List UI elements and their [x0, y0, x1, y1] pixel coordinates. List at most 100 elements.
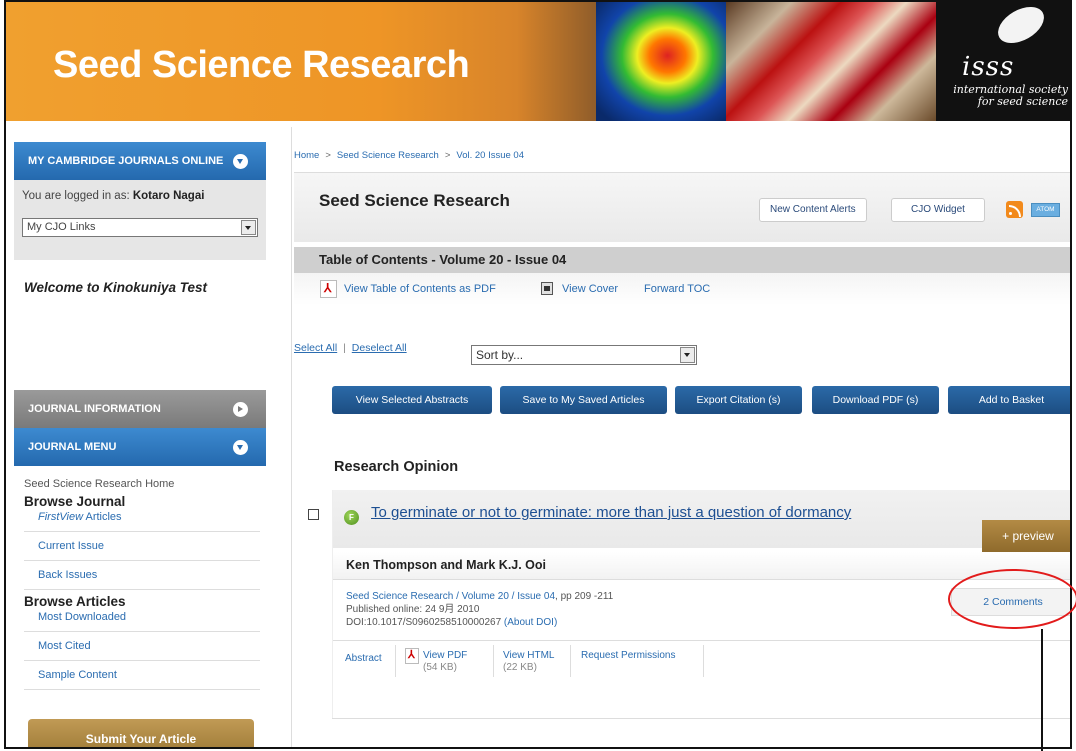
banner-title: Seed Science Research — [53, 44, 470, 86]
seed-logo-icon — [991, 2, 1051, 51]
breadcrumb-separator: > — [444, 150, 451, 161]
export-citation-button[interactable]: Export Citation (s) — [675, 386, 802, 414]
welcome-message: Welcome to Kinokuniya Test — [24, 280, 208, 295]
firstview-italic: FirstView — [38, 511, 84, 523]
view-pdf-label: View PDF — [423, 650, 468, 661]
logged-in-text: You are logged in as: Kotaro Nagai — [22, 190, 258, 202]
published-date: Published online: 24 9月 2010 — [346, 604, 480, 615]
sort-by-select[interactable]: Sort by... — [471, 345, 697, 365]
journal-menu-label: JOURNAL MENU — [28, 441, 117, 453]
collapse-icon[interactable] — [233, 440, 248, 455]
logged-in-prefix: You are logged in as: — [22, 190, 130, 202]
add-to-basket-button[interactable]: Add to Basket — [948, 386, 1070, 414]
my-cjo-header-label: MY CAMBRIDGE JOURNALS ONLINE — [28, 155, 224, 167]
submit-article-button[interactable]: Submit Your Article — [28, 719, 254, 747]
view-pdf-link[interactable]: View PDF (54 KB) — [423, 650, 467, 674]
sort-by-value: Sort by... — [476, 348, 524, 362]
save-to-my-saved-articles-button[interactable]: Save to My Saved Articles — [500, 386, 667, 414]
atom-feed-icon[interactable]: ATOM — [1031, 203, 1060, 217]
rss-icon[interactable] — [1006, 201, 1023, 218]
article-title-link[interactable]: To germinate or not to germinate: more t… — [371, 503, 901, 522]
pdf-size: (54 KB) — [423, 662, 457, 673]
citation-line: Seed Science Research / Volume 20 / Issu… — [346, 590, 613, 603]
menu-item-back-issues[interactable]: Back Issues — [24, 561, 260, 590]
menu-item-most-cited[interactable]: Most Cited — [24, 632, 260, 661]
abstract-link[interactable]: Abstract — [345, 653, 382, 665]
select-divider: | — [343, 342, 346, 354]
about-doi-link[interactable]: (About DOI) — [504, 617, 557, 628]
citation-pages: , pp 209 -211 — [555, 591, 614, 602]
doi-line: DOI:10.1017/S0960258510000267 (About DOI… — [346, 616, 613, 629]
action-divider — [570, 645, 571, 677]
toc-heading: Table of Contents - Volume 20 - Issue 04 — [319, 252, 567, 267]
my-cjo-header[interactable]: MY CAMBRIDGE JOURNALS ONLINE — [14, 142, 266, 180]
breadcrumb-separator: > — [325, 150, 331, 161]
article-authors: Ken Thompson and Mark K.J. Ooi — [333, 552, 1070, 580]
journal-banner[interactable]: Seed Science Research isss international… — [6, 2, 1070, 121]
journal-information-label: JOURNAL INFORMATION — [28, 403, 161, 415]
my-cjo-links-select[interactable]: My CJO Links — [22, 218, 258, 237]
view-cover-link[interactable]: View Cover — [562, 283, 618, 295]
collapse-icon[interactable] — [233, 154, 248, 169]
main-content: Home > Seed Science Research > Vol. 20 Issue… — [294, 142, 1070, 747]
banner-image-thermal — [596, 2, 726, 121]
chevron-down-icon[interactable] — [241, 220, 256, 235]
article-select-checkbox[interactable] — [308, 509, 319, 520]
preview-button[interactable]: + preview — [982, 520, 1070, 552]
breadcrumb-home[interactable]: Home — [294, 150, 319, 161]
view-html-label: View HTML — [503, 650, 555, 661]
breadcrumb-issue[interactable]: Vol. 20 Issue 04 — [456, 150, 524, 161]
article-citation: Seed Science Research / Volume 20 / Issu… — [346, 590, 613, 629]
article-header: F To germinate or not to germinate: more… — [333, 490, 1070, 548]
chevron-down-icon[interactable] — [680, 347, 695, 363]
menu-item-current-issue[interactable]: Current Issue — [24, 532, 260, 561]
citation-link[interactable]: Seed Science Research / Volume 20 / Issu… — [346, 591, 555, 602]
journal-home-link[interactable]: Seed Science Research Home — [24, 478, 256, 490]
download-pdf-button[interactable]: Download PDF (s) — [812, 386, 939, 414]
view-toc-pdf-link[interactable]: View Table of Contents as PDF — [344, 283, 496, 295]
login-box: You are logged in as: Kotaro Nagai My CJ… — [14, 180, 266, 260]
journal-title: Seed Science Research — [319, 191, 510, 210]
journal-title-bar: Seed Science Research New Content Alerts… — [294, 172, 1070, 242]
browse-journal-heading: Browse Journal — [24, 494, 126, 509]
isss-logo-text: isss — [962, 52, 1015, 82]
action-divider — [395, 645, 396, 677]
sidebar: MY CAMBRIDGE JOURNALS ONLINE You are log… — [14, 142, 266, 747]
view-selected-abstracts-button[interactable]: View Selected Abstracts — [332, 386, 492, 414]
expand-icon[interactable] — [233, 402, 248, 417]
toc-links: View Table of Contents as PDF View Cover… — [294, 273, 1070, 305]
banner-image-seeds — [726, 2, 936, 121]
comments-highlight-annotation — [948, 569, 1076, 629]
select-controls: Select All | Deselect All — [294, 342, 407, 354]
journal-information-header[interactable]: JOURNAL INFORMATION — [14, 390, 266, 428]
firstview-rest: Articles — [83, 511, 122, 523]
section-title: Research Opinion — [334, 459, 459, 475]
action-divider — [703, 645, 704, 677]
html-size: (22 KB) — [503, 662, 537, 673]
cover-icon[interactable] — [541, 282, 553, 295]
journal-menu-header[interactable]: JOURNAL MENU — [14, 428, 266, 466]
new-content-alerts-button[interactable]: New Content Alerts — [759, 198, 867, 222]
view-html-link[interactable]: View HTML (22 KB) — [503, 650, 555, 674]
menu-item-most-downloaded[interactable]: Most Downloaded — [24, 609, 260, 632]
journal-menu: Seed Science Research Home Browse Journa… — [14, 466, 266, 690]
pdf-icon[interactable] — [320, 280, 337, 298]
breadcrumb-journal[interactable]: Seed Science Research — [337, 150, 439, 161]
browse-articles-heading: Browse Articles — [24, 594, 126, 609]
cjo-widget-button[interactable]: CJO Widget — [891, 198, 985, 222]
toc-heading-bar: Table of Contents - Volume 20 - Issue 04 — [294, 247, 1070, 273]
action-divider — [493, 645, 494, 677]
select-all-link[interactable]: Select All — [294, 342, 337, 354]
menu-item-firstview[interactable]: FirstView Articles — [24, 509, 260, 532]
forward-toc-link[interactable]: Forward TOC — [644, 283, 710, 295]
isss-logo: isss international society for seed scie… — [936, 2, 1070, 121]
free-access-icon: F — [344, 510, 359, 525]
article-actions: Abstract View PDF(54 KB) View HTML(22 KB… — [333, 640, 1070, 685]
pdf-icon[interactable] — [405, 648, 419, 664]
logged-in-user: Kotaro Nagai — [132, 190, 205, 202]
menu-item-sample-content[interactable]: Sample Content — [24, 661, 260, 690]
doi-text: DOI:10.1017/S0960258510000267 — [346, 617, 502, 628]
sidebar-divider — [291, 127, 292, 747]
request-permissions-link[interactable]: Request Permissions — [581, 650, 675, 662]
deselect-all-link[interactable]: Deselect All — [352, 342, 407, 354]
